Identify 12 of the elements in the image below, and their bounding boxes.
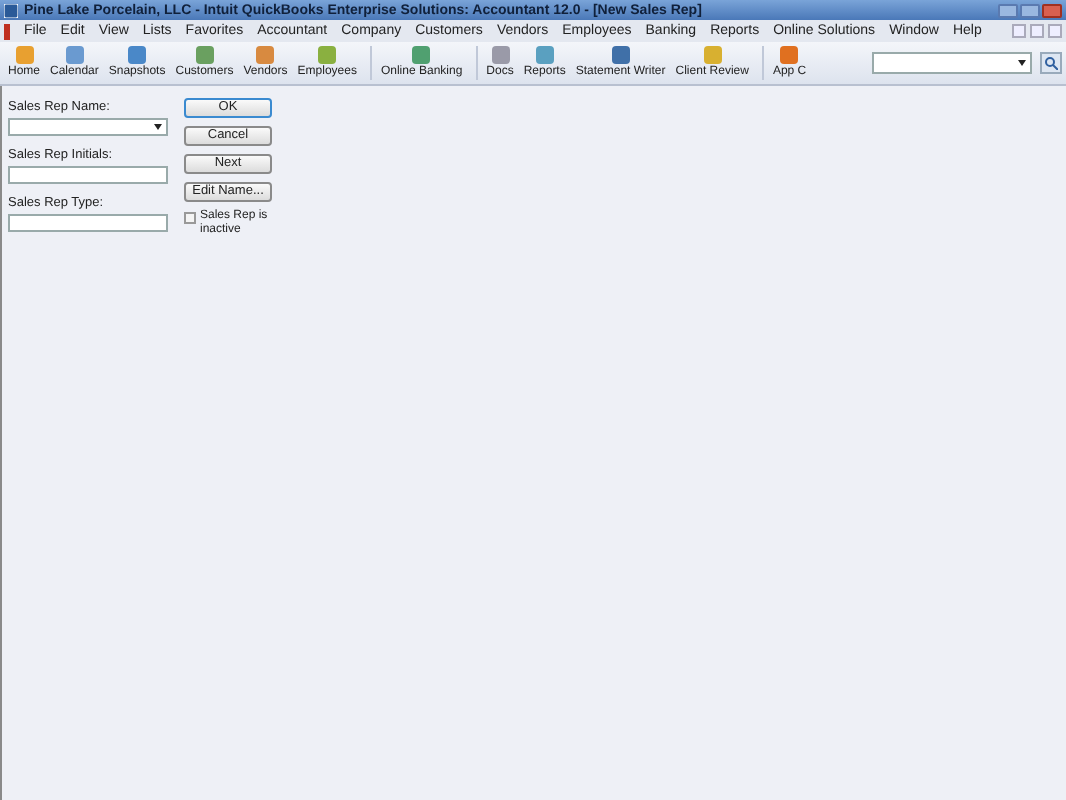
dropdown-arrow-icon — [154, 124, 162, 130]
input-field[interactable] — [8, 166, 168, 184]
search-button[interactable] — [1040, 52, 1062, 74]
app-icon — [4, 3, 18, 17]
restore-button[interactable] — [1030, 24, 1044, 38]
dropdown-arrow-icon — [1018, 60, 1026, 66]
input-field[interactable] — [8, 214, 168, 232]
search-field[interactable] — [872, 52, 1032, 74]
app-menu-icon[interactable] — [4, 23, 10, 39]
dropdown-field[interactable] — [8, 118, 168, 136]
maximize-button[interactable] — [1020, 3, 1040, 17]
search-icon — [1044, 56, 1058, 70]
